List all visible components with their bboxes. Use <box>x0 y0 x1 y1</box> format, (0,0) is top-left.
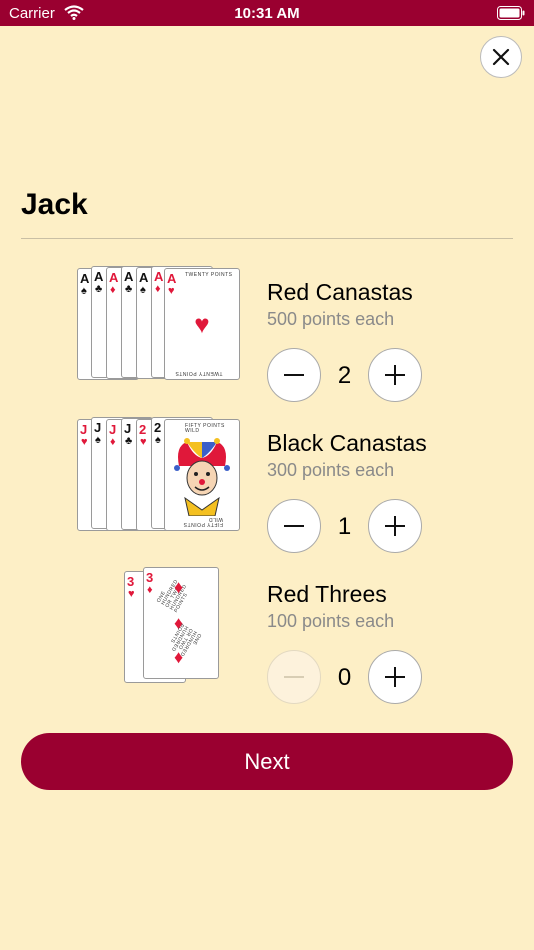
row-title: Red Threes <box>267 581 387 607</box>
plus-icon <box>385 365 405 385</box>
card-caption: TWENTY POINTS <box>175 370 223 376</box>
battery-icon <box>497 6 525 24</box>
score-row-black-canastas: J ♥ J ♠ J ♦ J ♣ 2 ♥ 2 ♠ FIFTY POINTS WILD <box>0 416 534 553</box>
joker-card: FIFTY POINTS WILD FIFTY POINTS WILD <box>164 419 240 531</box>
clock: 10:31 AM <box>234 5 300 22</box>
row-subtitle: 100 points each <box>267 611 395 631</box>
increment-red-canastas-button[interactable] <box>368 348 422 402</box>
increment-black-canastas-button[interactable] <box>368 499 422 553</box>
row-subtitle: 500 points each <box>267 309 395 329</box>
next-button[interactable]: Next <box>21 733 513 790</box>
minus-icon <box>284 374 304 376</box>
red-canasta-cards-image: A ♠ A ♣ A ♦ A ♣ A ♠ A ♦ A ♥ TWENTY POINTS ♥ TWE… <box>76 265 242 385</box>
decrement-red-threes-button[interactable] <box>267 650 321 704</box>
joker-icon <box>174 438 230 516</box>
increment-red-threes-button[interactable] <box>368 650 422 704</box>
divider <box>21 238 513 239</box>
row-subtitle: 300 points each <box>267 460 395 480</box>
decrement-black-canastas-button[interactable] <box>267 499 321 553</box>
card-caption: FIFTY POINTS WILD <box>185 423 225 434</box>
card-caption: FIFTY POINTS WILD <box>183 516 223 527</box>
minus-icon <box>284 676 304 678</box>
black-canasta-cards-image: J ♥ J ♠ J ♦ J ♣ 2 ♥ 2 ♠ FIFTY POINTS WILD <box>76 416 242 536</box>
status-bar: Carrier 10:31 AM <box>0 0 534 26</box>
minus-icon <box>284 525 304 527</box>
close-button[interactable] <box>480 36 522 78</box>
score-row-red-canastas: A ♠ A ♣ A ♦ A ♣ A ♠ A ♦ A ♥ TWENTY POINTS ♥ TWE… <box>0 265 534 402</box>
red-threes-count: 0 <box>337 664 352 691</box>
close-icon <box>492 48 510 66</box>
decrement-red-canastas-button[interactable] <box>267 348 321 402</box>
plus-icon <box>385 516 405 536</box>
red-three-cards-image: 3 ♥ 3 ♦ ONE HUNDRED OR TWO HUNDRED POINTS … <box>76 567 242 687</box>
black-canastas-count: 1 <box>337 513 352 540</box>
page-title: Jack <box>21 188 88 221</box>
row-title: Black Canastas <box>267 430 427 456</box>
card-caption: TWENTY POINTS <box>185 272 233 278</box>
row-title: Red Canastas <box>267 279 413 305</box>
red-canastas-count: 2 <box>337 362 352 389</box>
card-caption: ONE HUNDRED OR TWO HUNDRED POINTS <box>168 622 203 658</box>
plus-icon <box>385 667 405 687</box>
score-row-red-threes: 3 ♥ 3 ♦ ONE HUNDRED OR TWO HUNDRED POINTS … <box>0 567 534 704</box>
